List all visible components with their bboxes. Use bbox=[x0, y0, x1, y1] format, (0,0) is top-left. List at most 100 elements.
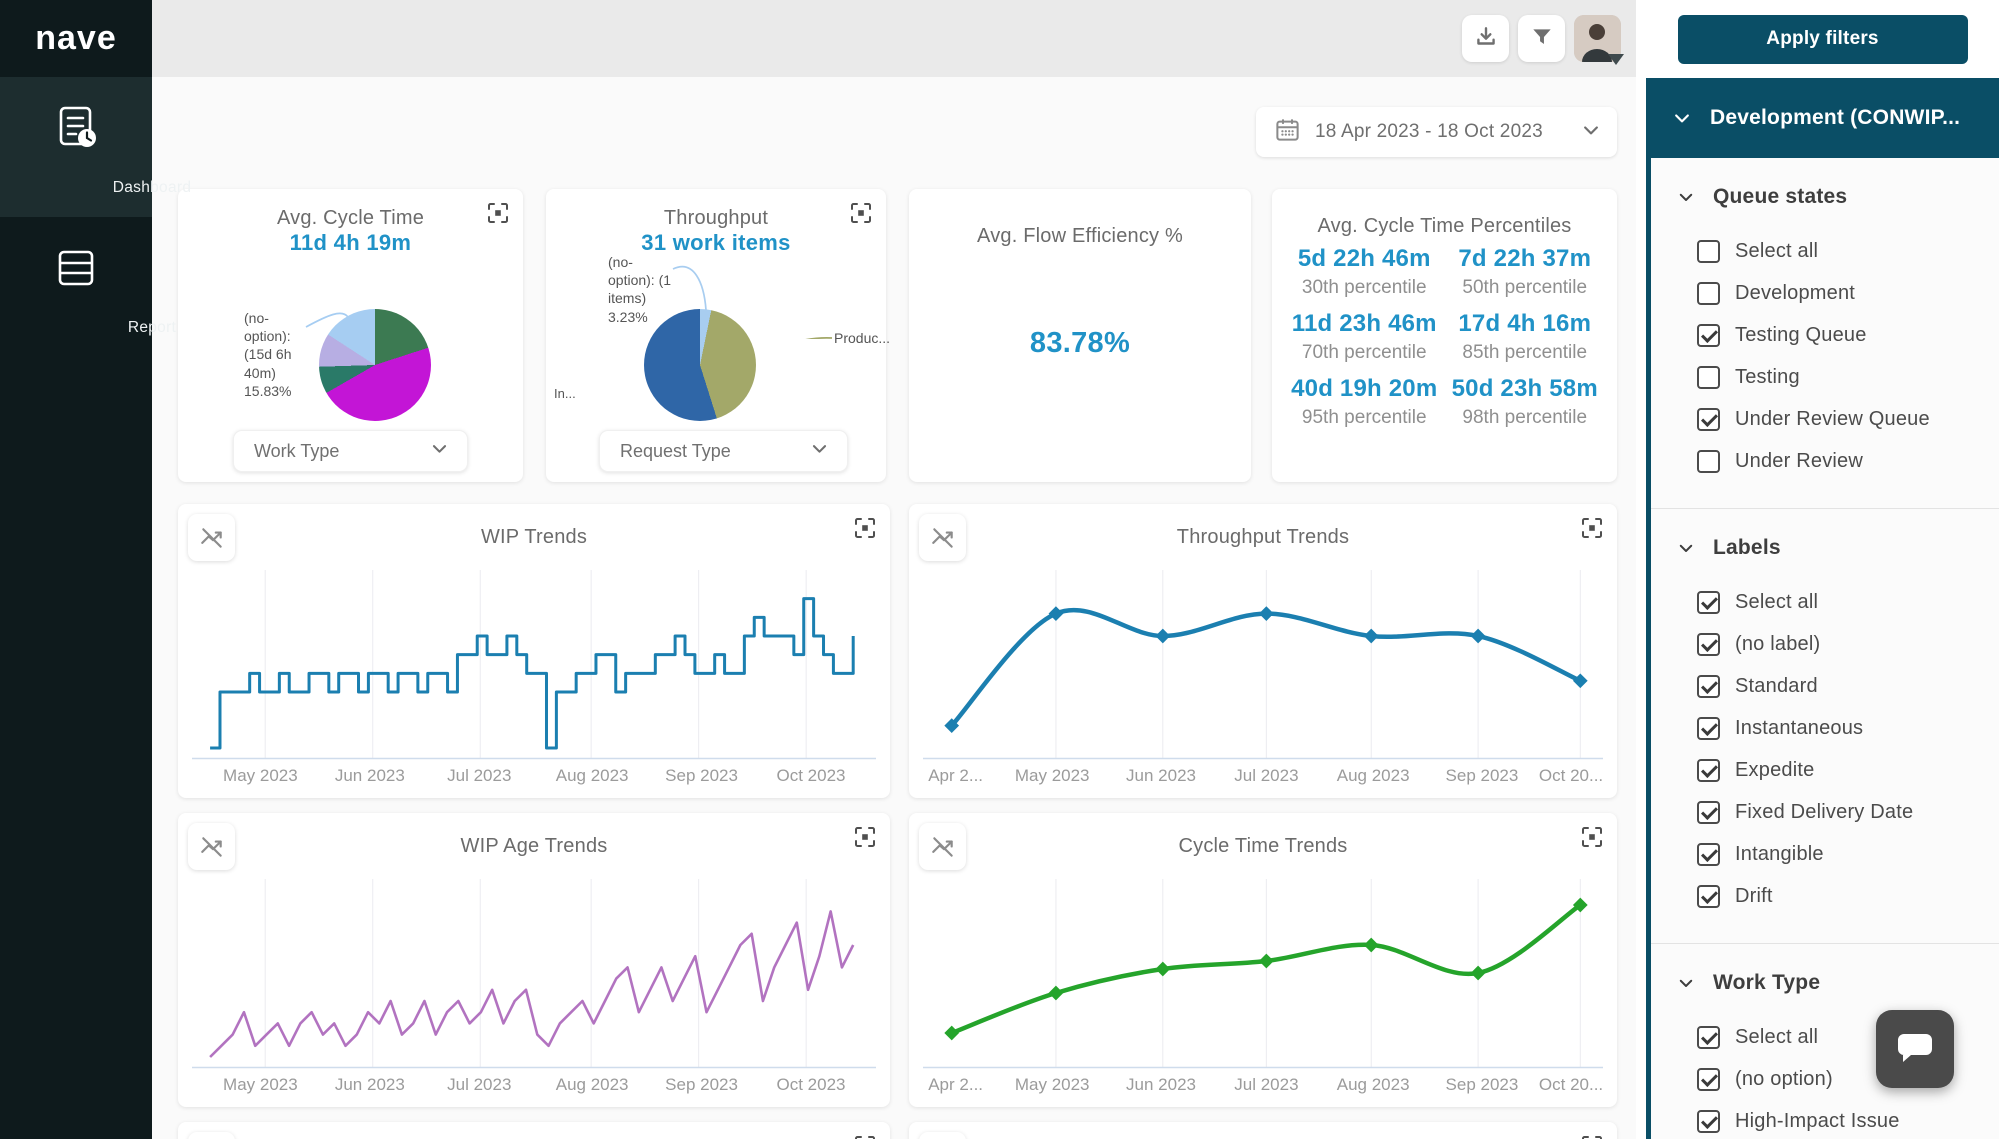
checkbox[interactable] bbox=[1697, 282, 1720, 305]
filter-option[interactable]: Select all bbox=[1651, 581, 1999, 623]
request-type-pie-chart[interactable] bbox=[644, 309, 756, 421]
filter-option-label: Standard bbox=[1735, 675, 1818, 698]
filter-option[interactable]: Instantaneous bbox=[1651, 707, 1999, 749]
chart-type-toggle-button[interactable] bbox=[188, 1132, 235, 1139]
wip-age-trends-plot[interactable] bbox=[192, 879, 876, 1069]
x-axis-label: Aug 2023 bbox=[556, 1075, 629, 1095]
checkbox[interactable] bbox=[1697, 1068, 1720, 1091]
flow-efficiency-card: Avg. Flow Efficiency % 83.78% bbox=[909, 189, 1251, 482]
x-axis-label: Jun 2023 bbox=[1126, 766, 1196, 786]
date-range-value: 18 Apr 2023 - 18 Oct 2023 bbox=[1315, 121, 1581, 143]
filter-section-heading[interactable]: Queue states bbox=[1651, 182, 1999, 212]
dashboard-icon bbox=[50, 101, 102, 158]
board-selector[interactable]: Development (CONWIP... bbox=[1646, 78, 1999, 158]
filter-option-label: Development bbox=[1735, 282, 1855, 305]
checkbox[interactable] bbox=[1697, 843, 1720, 866]
filter-option[interactable]: Intangible bbox=[1651, 833, 1999, 875]
filter-option[interactable]: Expedite bbox=[1651, 749, 1999, 791]
chevron-down-icon bbox=[430, 439, 449, 463]
expand-icon[interactable] bbox=[852, 516, 878, 542]
x-axis-label: Oct 2023 bbox=[777, 766, 846, 786]
percentile-cell: 7d 22h 37m 50th percentile bbox=[1447, 245, 1604, 299]
checkbox[interactable] bbox=[1697, 450, 1720, 473]
x-axis: May 2023Jun 2023Jul 2023Aug 2023Sep 2023… bbox=[192, 766, 876, 788]
chat-bubble-icon bbox=[1896, 1031, 1934, 1068]
avg-cycle-time-value: 11d 4h 19m bbox=[178, 230, 523, 256]
filter-button[interactable] bbox=[1518, 15, 1565, 62]
chart-title: Cycle Time Trends bbox=[909, 835, 1617, 858]
filter-section-heading[interactable]: Work Type bbox=[1651, 968, 1999, 998]
filter-option[interactable]: Testing Queue bbox=[1651, 314, 1999, 356]
request-type-dropdown[interactable]: Request Type bbox=[599, 430, 848, 472]
checkbox[interactable] bbox=[1697, 408, 1720, 431]
checkbox[interactable] bbox=[1697, 633, 1720, 656]
filter-option[interactable]: Under Review bbox=[1651, 440, 1999, 482]
filter-option-label: Fixed Delivery Date bbox=[1735, 801, 1913, 824]
download-button[interactable] bbox=[1462, 15, 1509, 62]
filter-option[interactable]: Testing bbox=[1651, 356, 1999, 398]
x-axis-label: Jul 2023 bbox=[1234, 766, 1298, 786]
expand-icon[interactable] bbox=[852, 1134, 878, 1139]
checkbox[interactable] bbox=[1697, 717, 1720, 740]
avatar[interactable] bbox=[1574, 15, 1621, 62]
expand-icon[interactable] bbox=[848, 201, 874, 227]
report-icon bbox=[53, 247, 99, 294]
work-type-dropdown[interactable]: Work Type bbox=[233, 430, 468, 472]
filter-option[interactable]: Drift bbox=[1651, 875, 1999, 917]
filter-option[interactable]: Fixed Delivery Date bbox=[1651, 791, 1999, 833]
panel-divider bbox=[1636, 0, 1646, 1139]
checkbox[interactable] bbox=[1697, 759, 1720, 782]
checkbox[interactable] bbox=[1697, 801, 1720, 824]
sidebar-item-dashboard[interactable]: Dashboard bbox=[0, 77, 152, 217]
percentile-value: 7d 22h 37m bbox=[1447, 245, 1604, 273]
percentile-label: 50th percentile bbox=[1447, 277, 1604, 299]
pie-callout: (no- option): (15d 6h 40m) 15.83% bbox=[244, 309, 314, 400]
checkbox[interactable] bbox=[1697, 1110, 1720, 1133]
x-axis-label: May 2023 bbox=[223, 766, 298, 786]
chevron-down-icon bbox=[1672, 108, 1692, 128]
chart-type-toggle-button[interactable] bbox=[919, 1132, 966, 1139]
filter-option[interactable]: (no label) bbox=[1651, 623, 1999, 665]
checkbox[interactable] bbox=[1697, 366, 1720, 389]
expand-icon[interactable] bbox=[1579, 1134, 1605, 1139]
pie-callout: Produc... bbox=[834, 329, 890, 347]
throughput-value: 31 work items bbox=[546, 230, 886, 256]
checkbox[interactable] bbox=[1697, 591, 1720, 614]
filter-section-title: Queue states bbox=[1713, 185, 1847, 209]
work-type-pie-chart[interactable] bbox=[319, 309, 431, 421]
wip-age-trends-card: WIP Age Trends May 2023Jun 2023Jul 2023A… bbox=[178, 813, 890, 1107]
sidebar-item-label: Report bbox=[76, 319, 228, 337]
filter-option[interactable]: Standard bbox=[1651, 665, 1999, 707]
expand-icon[interactable] bbox=[852, 825, 878, 851]
filter-option[interactable]: Development bbox=[1651, 272, 1999, 314]
filter-option[interactable]: Under Review Queue bbox=[1651, 398, 1999, 440]
checkbox[interactable] bbox=[1697, 240, 1720, 263]
expand-icon[interactable] bbox=[1579, 825, 1605, 851]
x-axis-label: Jun 2023 bbox=[1126, 1075, 1196, 1095]
checkbox[interactable] bbox=[1697, 324, 1720, 347]
expand-icon[interactable] bbox=[485, 201, 511, 227]
apply-filters-button[interactable]: Apply filters bbox=[1678, 15, 1968, 64]
filter-option[interactable]: High-Impact Issue bbox=[1651, 1100, 1999, 1139]
throughput-trends-plot[interactable] bbox=[923, 570, 1603, 760]
x-axis-label: Jul 2023 bbox=[447, 766, 511, 786]
filter-option-label: Select all bbox=[1735, 240, 1818, 263]
x-axis-label: Jul 2023 bbox=[447, 1075, 511, 1095]
date-range-picker[interactable]: 18 Apr 2023 - 18 Oct 2023 bbox=[1256, 107, 1617, 157]
expand-icon[interactable] bbox=[1579, 516, 1605, 542]
card-title: Avg. Cycle Time bbox=[178, 207, 523, 230]
filter-option-label: Select all bbox=[1735, 591, 1818, 614]
cycle-time-trends-plot[interactable] bbox=[923, 879, 1603, 1069]
download-icon bbox=[1473, 24, 1499, 53]
checkbox[interactable] bbox=[1697, 885, 1720, 908]
checkbox[interactable] bbox=[1697, 1026, 1720, 1049]
x-axis-label: May 2023 bbox=[223, 1075, 298, 1095]
percentile-cell: 50d 23h 58m 98th percentile bbox=[1447, 375, 1604, 429]
chat-button[interactable] bbox=[1876, 1010, 1954, 1088]
wip-trends-plot[interactable] bbox=[192, 570, 876, 760]
sidebar-item-report[interactable]: Report bbox=[0, 217, 152, 357]
filter-option[interactable]: Select all bbox=[1651, 230, 1999, 272]
checkbox[interactable] bbox=[1697, 675, 1720, 698]
filter-section-heading[interactable]: Labels bbox=[1651, 533, 1999, 563]
throughput-trends-card: Throughput Trends Apr 2...May 2023Jun 20… bbox=[909, 504, 1617, 798]
